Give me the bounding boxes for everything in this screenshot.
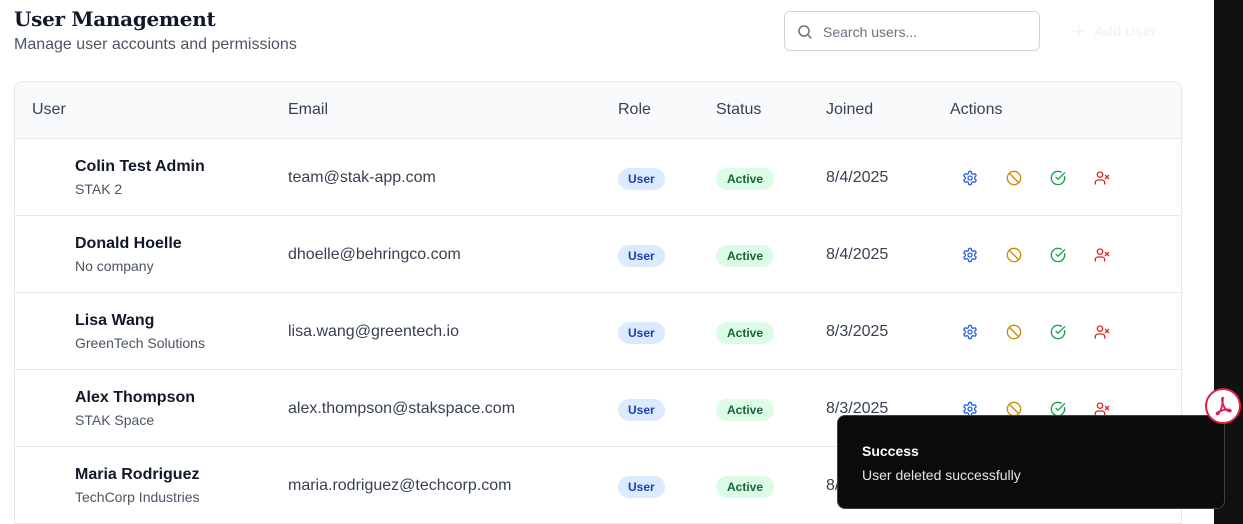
status-badge: Active	[716, 168, 775, 190]
status-badge: Active	[716, 322, 775, 344]
user-name: Colin Test Admin	[75, 158, 205, 175]
user-name: Maria Rodriguez	[75, 466, 200, 483]
user-settings-button[interactable]	[959, 167, 981, 189]
suspend-user-button[interactable]	[1003, 321, 1025, 343]
table-row: Lisa Wang GreenTech Solutions lisa.wang@…	[15, 293, 1181, 370]
ban-icon	[1006, 247, 1022, 263]
user-company: TechCorp Industries	[75, 489, 200, 505]
user-remove-icon	[1094, 248, 1110, 262]
user-email: dhoelle@behringco.com	[288, 246, 461, 263]
search-input[interactable]	[823, 21, 1028, 43]
role-badge: User	[618, 168, 665, 190]
column-header-actions: Actions	[950, 101, 1003, 118]
status-badge: Active	[716, 245, 775, 267]
user-remove-icon	[1094, 171, 1110, 185]
toast-message: User deleted successfully	[862, 467, 1021, 483]
user-company: GreenTech Solutions	[75, 335, 205, 351]
user-remove-icon	[1094, 325, 1110, 339]
toast-title: Success	[862, 443, 919, 459]
check-circle-icon	[1050, 170, 1066, 186]
suspend-user-button[interactable]	[1003, 244, 1025, 266]
user-email: maria.rodriguez@techcorp.com	[288, 477, 512, 494]
check-circle-icon	[1050, 324, 1066, 340]
pdf-extension-button[interactable]	[1205, 388, 1241, 424]
status-badge: Active	[716, 399, 775, 421]
add-user-button[interactable]: Add User	[1062, 14, 1166, 48]
column-header-role: Role	[618, 101, 651, 118]
joined-date: 8/4/2025	[826, 246, 889, 263]
user-name: Lisa Wang	[75, 312, 155, 329]
column-header-joined: Joined	[826, 101, 874, 118]
activate-user-button[interactable]	[1047, 167, 1069, 189]
table-row: Colin Test Admin STAK 2 team@stak-app.co…	[15, 139, 1181, 216]
role-badge: User	[618, 322, 665, 344]
ban-icon	[1006, 324, 1022, 340]
user-settings-button[interactable]	[959, 244, 981, 266]
role-badge: User	[618, 399, 665, 421]
table-row: Donald Hoelle No company dhoelle@behring…	[15, 216, 1181, 293]
user-company: No company	[75, 258, 154, 274]
page-subtitle: Manage user accounts and permissions	[14, 36, 297, 53]
delete-user-button[interactable]	[1091, 321, 1113, 343]
table-header: User Email Role Status Joined Actions	[15, 82, 1181, 139]
role-badge: User	[618, 245, 665, 267]
joined-date: 8/4/2025	[826, 169, 889, 186]
user-email: lisa.wang@greentech.io	[288, 323, 460, 340]
pdf-icon	[1215, 396, 1232, 416]
plus-icon	[1073, 25, 1085, 37]
ban-icon	[1006, 170, 1022, 186]
gear-icon	[963, 170, 977, 186]
user-name: Alex Thompson	[75, 389, 196, 406]
column-header-status: Status	[716, 101, 762, 118]
add-user-label: Add User	[1094, 23, 1157, 39]
user-email: alex.thompson@stakspace.com	[288, 400, 516, 417]
activate-user-button[interactable]	[1047, 321, 1069, 343]
activate-user-button[interactable]	[1047, 244, 1069, 266]
user-settings-button[interactable]	[959, 321, 981, 343]
delete-user-button[interactable]	[1091, 244, 1113, 266]
check-circle-icon	[1050, 247, 1066, 263]
role-badge: User	[618, 476, 665, 498]
column-header-user: User	[32, 101, 66, 118]
search-icon	[798, 25, 812, 39]
column-header-email: Email	[288, 101, 329, 118]
search-box	[784, 11, 1040, 51]
suspend-user-button[interactable]	[1003, 167, 1025, 189]
gear-icon	[963, 324, 977, 340]
success-toast: Success User deleted successfully	[837, 415, 1225, 509]
user-company: STAK Space	[75, 412, 155, 428]
gear-icon	[963, 247, 977, 263]
status-badge: Active	[716, 476, 775, 498]
delete-user-button[interactable]	[1091, 167, 1113, 189]
user-email: team@stak-app.com	[288, 169, 436, 186]
user-name: Donald Hoelle	[75, 235, 182, 252]
page-title: User Management	[14, 7, 216, 31]
user-company: STAK 2	[75, 181, 123, 197]
joined-date: 8/3/2025	[826, 323, 889, 340]
